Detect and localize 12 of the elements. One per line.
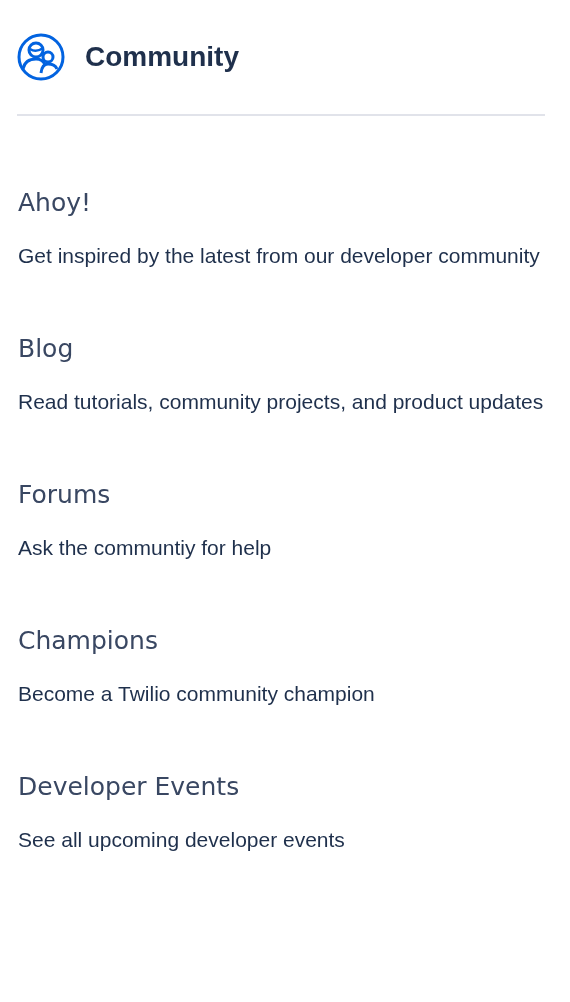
menu-link[interactable]: Forums: [18, 479, 545, 511]
link-description: Get inspired by the latest from our developer community: [18, 243, 541, 269]
menu-link[interactable]: Ahoy!: [18, 187, 545, 219]
menu-link[interactable]: Blog: [18, 333, 545, 365]
link-description: See all upcoming developer events: [18, 827, 346, 853]
menu-link[interactable]: Developer Events: [18, 771, 545, 803]
link-description: Become a Twilio community champion: [18, 681, 376, 707]
link-description: Ask the communtiy for help: [18, 535, 273, 561]
section-title: Community: [85, 41, 239, 73]
people-icon: [17, 33, 65, 81]
menu-link[interactable]: Champions: [18, 625, 545, 657]
link-description: Read tutorials, community projects, and product updates: [18, 389, 545, 415]
